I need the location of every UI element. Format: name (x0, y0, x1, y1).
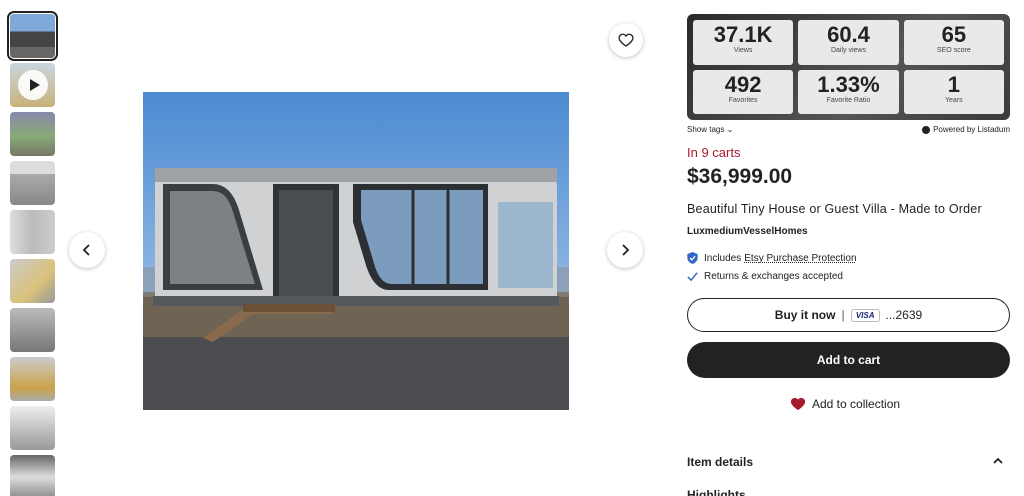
card-number: ...2639 (885, 308, 923, 322)
show-tags-toggle[interactable]: Show tags ⌄ (687, 125, 733, 134)
thumbnail-image[interactable] (10, 210, 55, 254)
listing-title: Beautiful Tiny House or Guest Villa - Ma… (687, 202, 982, 216)
powered-by-label: Powered by Listadum (933, 125, 1010, 134)
thumbnail-image[interactable] (10, 112, 55, 156)
buy-it-now-button[interactable]: Buy it now | VISA ...2639 (687, 298, 1010, 332)
stat-favorite-ratio: 1.33% Favorite Ratio (798, 69, 899, 114)
show-tags-label: Show tags (687, 125, 725, 134)
stat-favorites: 492 Favorites (693, 69, 794, 114)
main-product-image[interactable] (143, 92, 569, 410)
item-details-toggle[interactable]: Item details (687, 455, 1010, 469)
returns-text: Returns & exchanges accepted (704, 271, 843, 282)
stat-views: 37.1K Views (693, 20, 794, 65)
thumbnail-image[interactable] (10, 259, 55, 303)
in-carts-notice: In 9 carts (687, 145, 741, 160)
item-details-heading: Item details (687, 455, 754, 469)
shield-check-icon (687, 252, 698, 264)
previous-image-button[interactable] (69, 232, 105, 268)
divider: | (841, 308, 845, 322)
purchase-protection-prefix: Includes (704, 252, 742, 264)
chevron-right-icon (622, 244, 630, 256)
shop-name-link[interactable]: LuxmediumVesselHomes (687, 226, 808, 237)
add-to-collection-button[interactable]: Add to collection (790, 396, 900, 411)
heart-outline-icon (618, 33, 634, 47)
stat-daily-views: 60.4 Daily views (798, 20, 899, 65)
thumbnail-image[interactable] (10, 308, 55, 352)
stat-seo-score: 65 SEO score (903, 20, 1004, 65)
favorite-button[interactable] (609, 23, 643, 57)
next-image-button[interactable] (607, 232, 643, 268)
visa-card-icon: VISA (850, 308, 880, 322)
purchase-protection-link[interactable]: Etsy Purchase Protection (744, 253, 856, 264)
check-icon (687, 272, 698, 282)
stat-years: 1 Years (903, 69, 1004, 114)
thumbnail-image[interactable] (10, 161, 55, 205)
stats-panel: 37.1K Views 60.4 Daily views 65 SEO score 4… (687, 14, 1010, 120)
thumbnail-image[interactable] (10, 357, 55, 401)
returns-row: Returns & exchanges accepted (687, 271, 843, 282)
powered-by[interactable]: Powered by Listadum (922, 125, 1010, 134)
price: $36,999.00 (687, 165, 793, 188)
chevron-left-icon (82, 244, 90, 256)
thumbnail-image[interactable] (10, 455, 55, 496)
play-icon (18, 70, 48, 100)
chevron-down-icon: ⌄ (726, 125, 734, 134)
thumbnail-list (7, 11, 58, 496)
heart-filled-icon (790, 397, 806, 411)
buy-it-now-label: Buy it now (774, 308, 836, 322)
listadum-logo-icon (922, 125, 931, 134)
add-to-collection-label: Add to collection (812, 396, 901, 411)
tags-row: Show tags ⌄ Powered by Listadum (687, 125, 1010, 134)
thumbnail-image[interactable] (10, 406, 55, 450)
chevron-up-icon (993, 457, 1003, 464)
thumbnail-image[interactable] (7, 11, 58, 61)
highlights-heading: Highlights (687, 488, 746, 496)
thumbnail-video[interactable] (10, 63, 55, 107)
add-to-cart-button[interactable]: Add to cart (687, 342, 1010, 378)
purchase-protection-row: Includes Etsy Purchase Protection (687, 252, 857, 264)
